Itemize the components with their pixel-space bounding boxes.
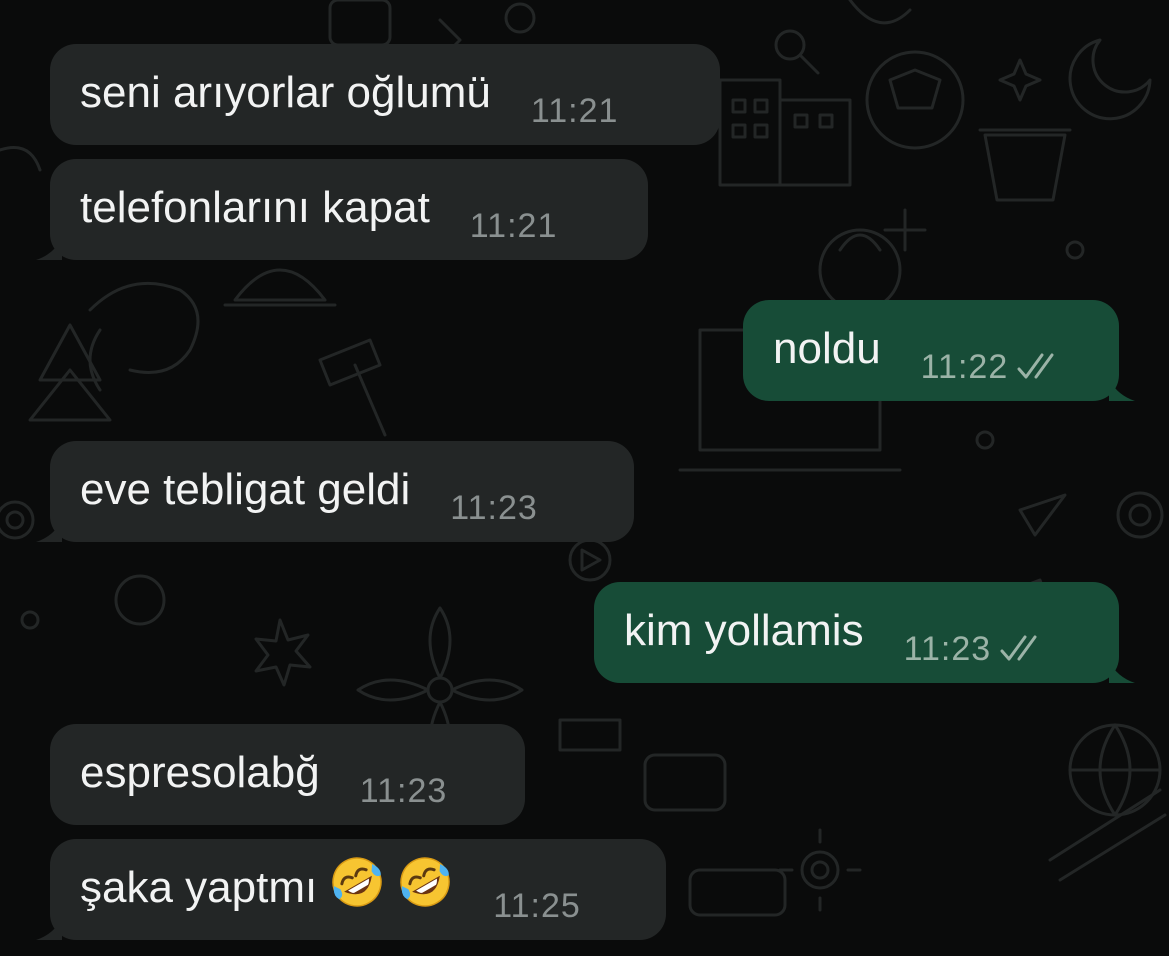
rolling-on-floor-laughing-emoji [400, 857, 450, 907]
message-text: espresolabğ [80, 748, 320, 797]
bubble-tail-icon [1109, 661, 1135, 683]
double-check-icon [1000, 635, 1037, 661]
message-bubble-outgoing[interactable]: kim yollamis 11:23 [594, 582, 1135, 683]
message-time: 11:21 [530, 92, 619, 130]
message-meta: 11:21 [531, 94, 619, 145]
message-bubble-incoming[interactable]: telefonlarını kapat 11:21 [36, 159, 648, 260]
message-text-with-emoji: şaka yaptmı [80, 854, 453, 940]
message-bubble-incoming[interactable]: seni arıyorlar oğlumü 11:21 [50, 44, 720, 145]
bubble-tail-icon [36, 520, 62, 542]
message-text: eve tebligat geldi [80, 465, 411, 514]
message-meta: 11:25 [493, 889, 581, 940]
chat-conversation: seni arıyorlar oğlumü 11:21 telefonların… [0, 0, 1169, 956]
bubble-tail-icon [36, 918, 62, 940]
message-text: telefonlarını kapat [80, 183, 430, 232]
message-text: kim yollamis [624, 606, 864, 655]
message-meta: 11:23 [360, 774, 448, 825]
rolling-on-floor-laughing-emoji [332, 857, 382, 907]
double-check-icon [1017, 353, 1054, 379]
message-text: noldu [773, 324, 881, 373]
message-meta: 11:23 [904, 632, 1046, 683]
message-bubble-incoming[interactable]: eve tebligat geldi 11:23 [36, 441, 634, 542]
bubble-tail-icon [36, 238, 62, 260]
message-time: 11:25 [493, 887, 581, 925]
message-text: şaka yaptmı [80, 863, 318, 912]
message-time: 11:23 [903, 630, 992, 668]
message-time: 11:23 [450, 489, 538, 527]
message-meta: 11:21 [470, 209, 558, 260]
message-meta: 11:22 [921, 350, 1063, 401]
message-time: 11:21 [469, 207, 558, 245]
bubble-tail-icon [1109, 379, 1135, 401]
message-time: 11:23 [359, 772, 448, 810]
message-bubble-outgoing[interactable]: noldu 11:22 [743, 300, 1135, 401]
message-meta: 11:23 [450, 491, 538, 542]
message-time: 11:22 [920, 348, 1009, 386]
message-bubble-incoming[interactable]: şaka yaptmı 11:25 [36, 839, 666, 940]
message-text: seni arıyorlar oğlumü [80, 68, 491, 117]
message-bubble-incoming[interactable]: espresolabğ 11:23 [50, 724, 525, 825]
